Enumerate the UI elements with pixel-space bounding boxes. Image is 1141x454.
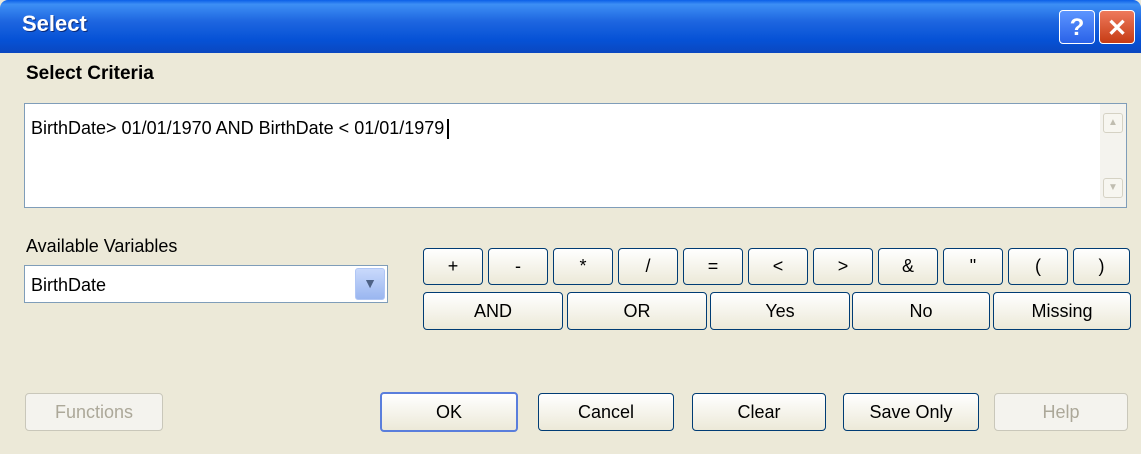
help-button-label: Help (1042, 401, 1080, 422)
operator-missing-button-label: Missing (1031, 300, 1093, 321)
dropdown-arrow[interactable]: ▼ (355, 268, 385, 300)
available-variables-label: Available Variables (26, 236, 178, 256)
operator-or-button-label: OR (623, 300, 651, 321)
operator-ampersand-button[interactable]: & (878, 248, 938, 285)
scroll-down-icon[interactable]: ▼ (1103, 178, 1123, 198)
scroll-up-icon[interactable]: ▲ (1103, 113, 1123, 133)
functions-button-label: Functions (54, 401, 134, 422)
operator-minus-button-label: - (515, 256, 521, 276)
operator-and-button[interactable]: AND (423, 292, 563, 330)
functions-button[interactable]: Functions (25, 393, 163, 431)
help-title-button[interactable]: ? (1059, 10, 1095, 44)
operator-yes-button[interactable]: Yes (710, 292, 850, 330)
operator-less-than-button[interactable]: < (748, 248, 808, 285)
operator-greater-than-button[interactable]: > (813, 248, 873, 285)
available-variables-dropdown[interactable]: BirthDate ▼ (24, 265, 388, 303)
operator-quote-button[interactable]: " (943, 248, 1003, 285)
window-title: Select (22, 11, 87, 36)
select-criteria-label: Select Criteria (26, 63, 154, 84)
cancel-button-label: Cancel (577, 401, 635, 422)
operator-plus-button[interactable]: + (423, 248, 483, 285)
cancel-button[interactable]: Cancel (538, 393, 674, 431)
operator-equals-button[interactable]: = (683, 248, 743, 285)
operator-yes-button-label: Yes (765, 300, 795, 321)
close-icon: ✕ (1106, 15, 1128, 42)
operator-multiply-button[interactable]: * (553, 248, 613, 285)
operator-or-button[interactable]: OR (567, 292, 707, 330)
operator-open-paren-button[interactable]: ( (1008, 248, 1068, 285)
operator-divide-button[interactable]: / (618, 248, 678, 285)
operator-plus-button-label: + (447, 256, 459, 276)
save-only-button-label: Save Only (869, 401, 953, 422)
operator-no-button-label: No (909, 300, 933, 321)
title-bar: Select ? ✕ (0, 0, 1141, 53)
ok-button-label: OK (435, 401, 462, 422)
operator-divide-button-label: / (645, 256, 651, 276)
help-button[interactable]: Help (994, 393, 1128, 431)
operator-close-paren-button[interactable]: ) (1073, 248, 1130, 285)
criteria-text: BirthDate> 01/01/1970 AND BirthDate < 01… (31, 118, 445, 138)
question-mark-icon: ? (1069, 14, 1085, 41)
clear-button[interactable]: Clear (692, 393, 826, 431)
operator-ampersand-button-label: & (901, 256, 914, 276)
operator-no-button[interactable]: No (852, 292, 990, 330)
clear-button-label: Clear (737, 401, 781, 422)
operator-quote-button-label: " (969, 256, 977, 276)
criteria-textarea[interactable]: BirthDate> 01/01/1970 AND BirthDate < 01… (24, 103, 1127, 208)
close-button[interactable]: ✕ (1099, 10, 1135, 44)
operator-close-paren-button-label: ) (1098, 256, 1105, 276)
operator-multiply-button-label: * (579, 256, 587, 276)
operator-greater-than-button-label: > (837, 256, 849, 276)
operator-and-button-label: AND (473, 300, 512, 321)
ok-button[interactable]: OK (380, 392, 518, 432)
criteria-scrollbar[interactable]: ▲ ▼ (1100, 104, 1126, 207)
operator-open-paren-button-label: ( (1035, 256, 1041, 276)
operator-equals-button-label: = (707, 256, 719, 276)
save-only-button[interactable]: Save Only (843, 393, 979, 431)
text-caret (447, 119, 450, 140)
operator-minus-button[interactable]: - (488, 248, 548, 285)
selected-variable: BirthDate (31, 275, 107, 295)
select-dialog: Select ? ✕ Select Criteria BirthDate> 01… (0, 0, 1141, 454)
chevron-down-icon: ▼ (363, 275, 377, 291)
operator-less-than-button-label: < (772, 256, 784, 276)
operator-missing-button[interactable]: Missing (993, 292, 1131, 330)
